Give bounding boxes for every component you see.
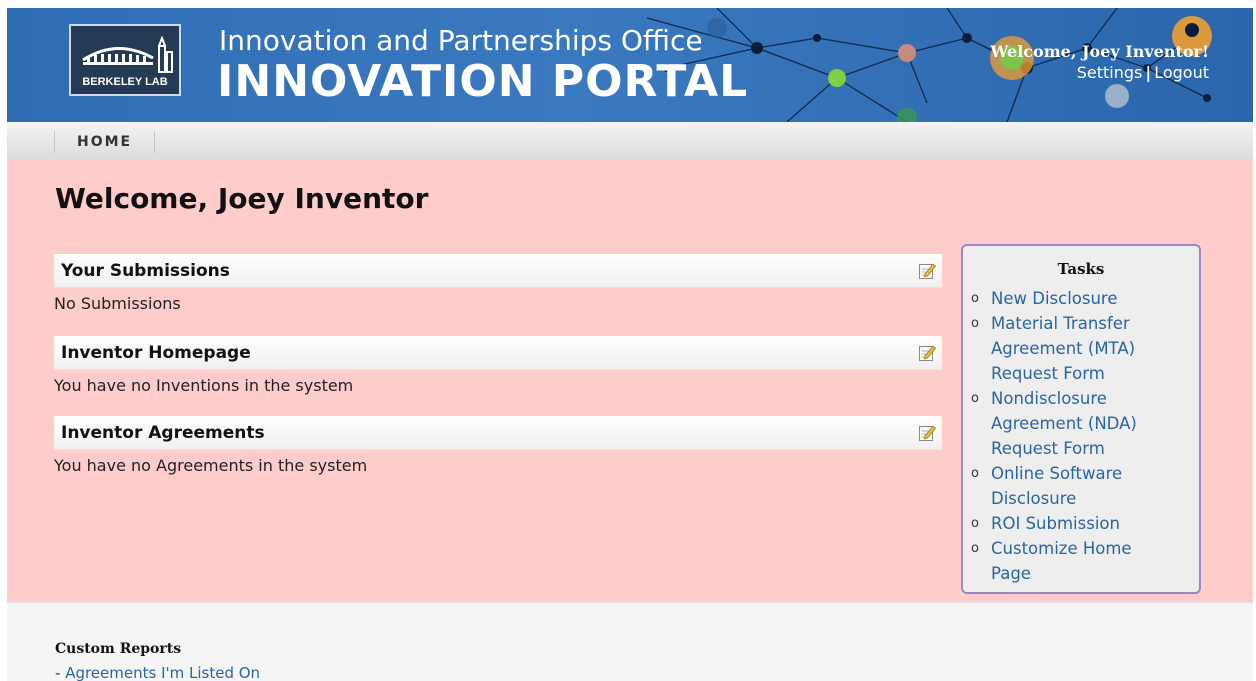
tasks-title: Tasks bbox=[1057, 260, 1105, 278]
top-nav: HOME bbox=[7, 122, 1253, 160]
section-title: Your Submissions bbox=[61, 261, 230, 281]
task-item: o Customize Home Page bbox=[971, 536, 1171, 586]
report-item: - Agreements I'm Listed On bbox=[55, 664, 260, 681]
bullet-icon: o bbox=[971, 291, 979, 306]
section-title: Inventor Homepage bbox=[61, 343, 251, 363]
report-link-agreements[interactable]: Agreements I'm Listed On bbox=[65, 664, 260, 681]
section-header: Inventor Agreements bbox=[54, 416, 942, 450]
section-title: Inventor Agreements bbox=[61, 423, 265, 443]
task-item: o ROI Submission bbox=[971, 511, 1171, 536]
office-name: Innovation and Partnerships Office bbox=[219, 24, 703, 57]
logout-link[interactable]: Logout bbox=[1154, 63, 1209, 82]
berkeley-lab-logo[interactable]: BERKELEY LAB bbox=[69, 24, 181, 96]
section-body: No Submissions bbox=[54, 294, 181, 313]
user-area: Welcome, Joey Inventor! Settings | Logout bbox=[990, 42, 1209, 82]
section-inventor-agreements: Inventor Agreements You have no Agreemen… bbox=[54, 416, 942, 475]
task-link-new-disclosure[interactable]: New Disclosure bbox=[991, 289, 1118, 308]
edit-icon[interactable] bbox=[918, 423, 937, 442]
section-your-submissions: Your Submissions No Submissions bbox=[54, 254, 942, 313]
main-content: Welcome, Joey Inventor Your Submissions … bbox=[7, 160, 1253, 602]
section-body: You have no Agreements in the system bbox=[54, 456, 368, 475]
edit-icon[interactable] bbox=[918, 261, 937, 280]
portal-title: INNOVATION PORTAL bbox=[217, 56, 749, 107]
task-item: o New Disclosure bbox=[971, 286, 1171, 311]
page-title: Welcome, Joey Inventor bbox=[55, 182, 429, 215]
edit-icon[interactable] bbox=[918, 343, 937, 362]
user-links: Settings | Logout bbox=[990, 63, 1209, 82]
section-inventor-homepage: Inventor Homepage You have no Inventions… bbox=[54, 336, 942, 395]
task-item: o Nondisclosure Agreement (NDA) Request F… bbox=[971, 386, 1171, 461]
footer: Custom Reports - Agreements I'm Listed O… bbox=[7, 602, 1253, 681]
task-link-mta-request[interactable]: Material Transfer Agreement (MTA) Reques… bbox=[991, 314, 1135, 383]
user-welcome: Welcome, Joey Inventor! bbox=[990, 42, 1209, 61]
task-link-software-disclosure[interactable]: Online Software Disclosure bbox=[991, 464, 1122, 508]
task-link-nda-request[interactable]: Nondisclosure Agreement (NDA) Request Fo… bbox=[991, 389, 1137, 458]
custom-reports-title: Custom Reports bbox=[55, 641, 182, 657]
task-item: o Online Software Disclosure bbox=[971, 461, 1171, 511]
section-body: You have no Inventions in the system bbox=[54, 376, 354, 395]
bullet-icon: o bbox=[971, 391, 979, 406]
tasks-panel: Tasks o New Disclosure o Material Transfer… bbox=[961, 244, 1201, 594]
site-header: BERKELEY LAB Innovation and Partnerships… bbox=[7, 8, 1253, 122]
section-header: Inventor Homepage bbox=[54, 336, 942, 370]
task-item: o Material Transfer Agreement (MTA) Reque… bbox=[971, 311, 1171, 386]
settings-link[interactable]: Settings bbox=[1077, 63, 1143, 82]
page: BERKELEY LAB Innovation and Partnerships… bbox=[7, 8, 1253, 681]
section-header: Your Submissions bbox=[54, 254, 942, 288]
bullet-icon: o bbox=[971, 466, 979, 481]
task-link-customize-home[interactable]: Customize Home Page bbox=[991, 539, 1132, 583]
tasks-list: o New Disclosure o Material Transfer Agree… bbox=[971, 286, 1171, 586]
laboratory-icon bbox=[82, 36, 173, 73]
bullet-icon: o bbox=[971, 316, 979, 331]
bullet-icon: o bbox=[971, 516, 979, 531]
report-bullet: - bbox=[55, 664, 66, 681]
link-separator: | bbox=[1145, 63, 1152, 82]
logo-text: BERKELEY LAB bbox=[82, 76, 168, 88]
nav-item-home[interactable]: HOME bbox=[54, 131, 156, 153]
bullet-icon: o bbox=[971, 541, 979, 556]
task-link-roi-submission[interactable]: ROI Submission bbox=[991, 514, 1120, 533]
